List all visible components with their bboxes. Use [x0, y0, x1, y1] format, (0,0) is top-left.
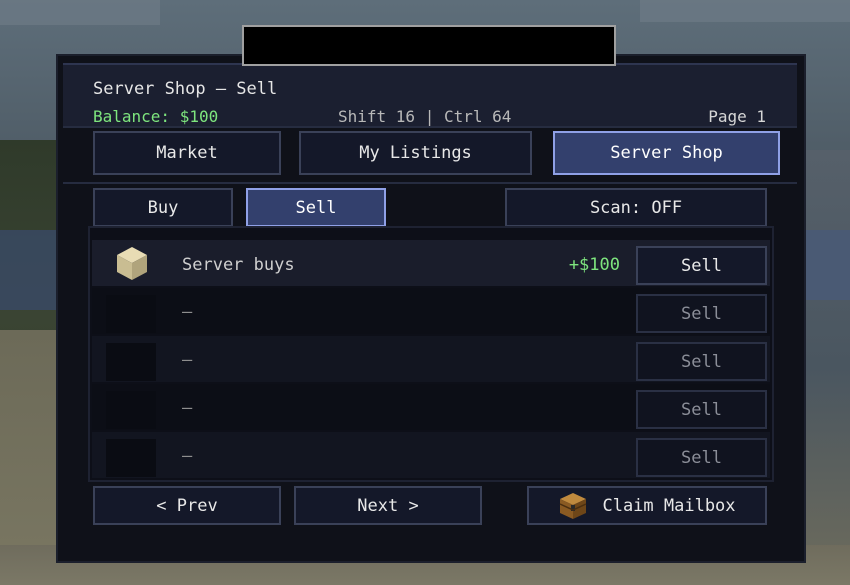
tab-market[interactable]: Market: [93, 131, 281, 175]
empty-item-slot: [106, 391, 156, 429]
cloud: [640, 0, 850, 22]
cloud: [0, 0, 160, 25]
sell-button[interactable]: Sell: [636, 294, 767, 333]
prev-page-button[interactable]: < Prev: [93, 486, 281, 525]
shop-header: Server Shop — Sell Balance: $100 Shift 1…: [63, 63, 797, 126]
sell-button[interactable]: Sell: [636, 342, 767, 381]
sell-button[interactable]: Sell: [636, 390, 767, 429]
row-item-name: Server buys: [182, 255, 295, 275]
claim-mailbox-label: Claim Mailbox: [602, 495, 736, 516]
empty-item-slot: [106, 295, 156, 333]
tab-server-shop[interactable]: Server Shop: [553, 131, 780, 175]
divider: [63, 182, 797, 184]
claim-mailbox-button[interactable]: Claim Mailbox: [527, 486, 767, 525]
sell-button[interactable]: Sell: [636, 246, 767, 285]
scan-toggle-button[interactable]: Scan: OFF: [505, 188, 767, 227]
empty-item-slot: [106, 343, 156, 381]
tab-sell[interactable]: Sell: [246, 188, 386, 227]
empty-item-slot: [106, 439, 156, 477]
row-item-name: —: [182, 398, 193, 418]
row-price: +$100: [568, 255, 620, 275]
screen-title: Server Shop — Sell: [93, 79, 278, 99]
page-indicator: Page 1: [708, 107, 766, 126]
balance-label: Balance: $100: [93, 107, 219, 126]
tab-my-listings[interactable]: My Listings: [299, 131, 532, 175]
modifier-hint: Shift 16 | Ctrl 64: [338, 107, 512, 126]
next-page-button[interactable]: Next >: [294, 486, 482, 525]
row-item-name: —: [182, 302, 193, 322]
sandstone-block-icon: [117, 247, 147, 280]
row-item-name: —: [182, 446, 193, 466]
chest-icon: [560, 492, 587, 519]
row-item-name: —: [182, 350, 193, 370]
divider: [63, 126, 797, 128]
title-bar: [242, 25, 616, 66]
sell-button[interactable]: Sell: [636, 438, 767, 477]
tab-buy[interactable]: Buy: [93, 188, 233, 227]
